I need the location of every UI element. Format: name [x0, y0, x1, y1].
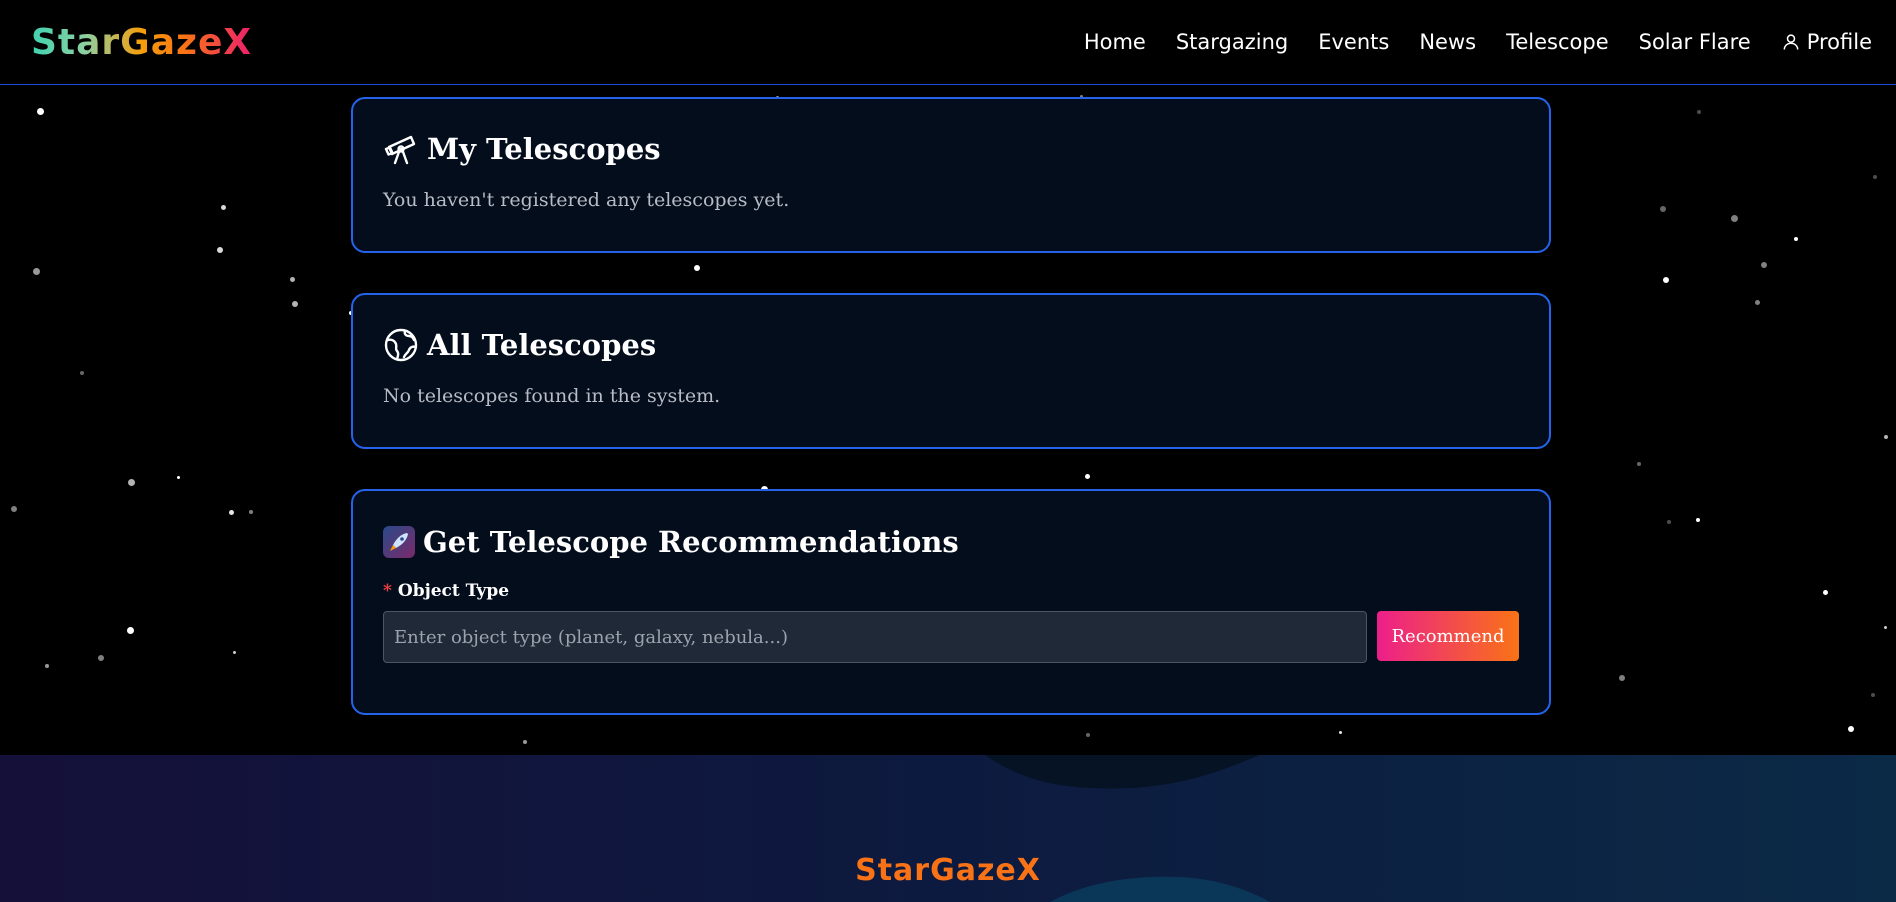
all-telescopes-card: All Telescopes No telescopes found in th…	[351, 293, 1551, 449]
top-navbar: StarGazeX Home Stargazing Events News Te…	[0, 0, 1896, 85]
star-decoration	[177, 476, 180, 479]
my-telescopes-empty-message: You haven't registered any telescopes ye…	[383, 189, 790, 211]
all-telescopes-heading: All Telescopes	[383, 327, 1519, 363]
star-decoration	[523, 740, 527, 744]
required-asterisk: *	[383, 581, 392, 601]
star-decoration	[128, 479, 135, 486]
star-decoration	[292, 301, 298, 307]
star-decoration	[45, 664, 49, 668]
object-type-label-text: Object Type	[397, 581, 510, 601]
star-decoration	[1871, 693, 1875, 697]
footer: StarGazeX	[0, 755, 1896, 902]
nav-profile-label: Profile	[1806, 30, 1872, 54]
star-decoration	[1660, 206, 1666, 212]
star-decoration	[1663, 277, 1669, 283]
nav-stargazing[interactable]: Stargazing	[1176, 30, 1288, 54]
all-telescopes-title: All Telescopes	[427, 328, 657, 362]
recommendations-heading: Get Telescope Recommendations	[383, 525, 1519, 559]
rocket-icon	[383, 526, 415, 558]
brand-logo[interactable]: StarGazeX	[31, 22, 252, 63]
star-decoration	[694, 265, 700, 271]
star-decoration	[1823, 590, 1828, 595]
nav-telescope[interactable]: Telescope	[1506, 30, 1609, 54]
star-decoration	[98, 655, 104, 661]
star-decoration	[1619, 675, 1625, 681]
star-decoration	[221, 205, 226, 210]
footer-logo[interactable]: StarGazeX	[0, 853, 1896, 888]
main-nav: Home Stargazing Events News Telescope So…	[1084, 30, 1872, 54]
star-decoration	[1086, 733, 1090, 737]
star-decoration	[1696, 518, 1700, 522]
nav-events[interactable]: Events	[1318, 30, 1389, 54]
star-decoration	[1794, 237, 1798, 241]
star-decoration	[229, 510, 234, 515]
star-decoration	[33, 268, 40, 275]
star-decoration	[1848, 726, 1854, 732]
star-decoration	[233, 651, 236, 654]
telescope-icon	[384, 135, 416, 165]
star-decoration	[1085, 474, 1090, 479]
object-type-label: * Object Type	[383, 581, 1519, 601]
star-decoration	[1755, 300, 1760, 305]
star-decoration	[249, 510, 253, 514]
nav-home[interactable]: Home	[1084, 30, 1146, 54]
star-decoration	[1884, 626, 1887, 629]
all-telescopes-empty-message: No telescopes found in the system.	[383, 385, 721, 407]
star-decoration	[1339, 731, 1342, 734]
star-decoration	[217, 247, 223, 253]
globe-icon	[384, 328, 418, 362]
user-icon	[1783, 34, 1799, 50]
my-telescopes-title: My Telescopes	[427, 132, 661, 166]
star-decoration	[37, 108, 44, 115]
star-decoration	[1731, 215, 1738, 222]
star-decoration	[11, 506, 17, 512]
star-decoration	[1884, 435, 1888, 439]
my-telescopes-heading: My Telescopes	[383, 131, 1519, 167]
nav-profile[interactable]: Profile	[1781, 30, 1872, 54]
object-type-input[interactable]	[383, 611, 1367, 663]
recommendations-card: Get Telescope Recommendations * Object Ty…	[351, 489, 1551, 715]
my-telescopes-card: My Telescopes You haven't registered any…	[351, 97, 1551, 253]
star-decoration	[1873, 175, 1877, 179]
star-decoration	[80, 371, 84, 375]
nav-solar-flare[interactable]: Solar Flare	[1639, 30, 1751, 54]
star-decoration	[127, 627, 134, 634]
nav-news[interactable]: News	[1419, 30, 1476, 54]
star-decoration	[1761, 262, 1767, 268]
star-decoration	[1697, 110, 1701, 114]
recommendations-title: Get Telescope Recommendations	[423, 525, 959, 559]
star-decoration	[1667, 520, 1671, 524]
star-decoration	[290, 277, 295, 282]
recommendation-form: Recommend	[383, 611, 1519, 663]
star-decoration	[1637, 462, 1641, 466]
recommend-button[interactable]: Recommend	[1377, 611, 1519, 661]
